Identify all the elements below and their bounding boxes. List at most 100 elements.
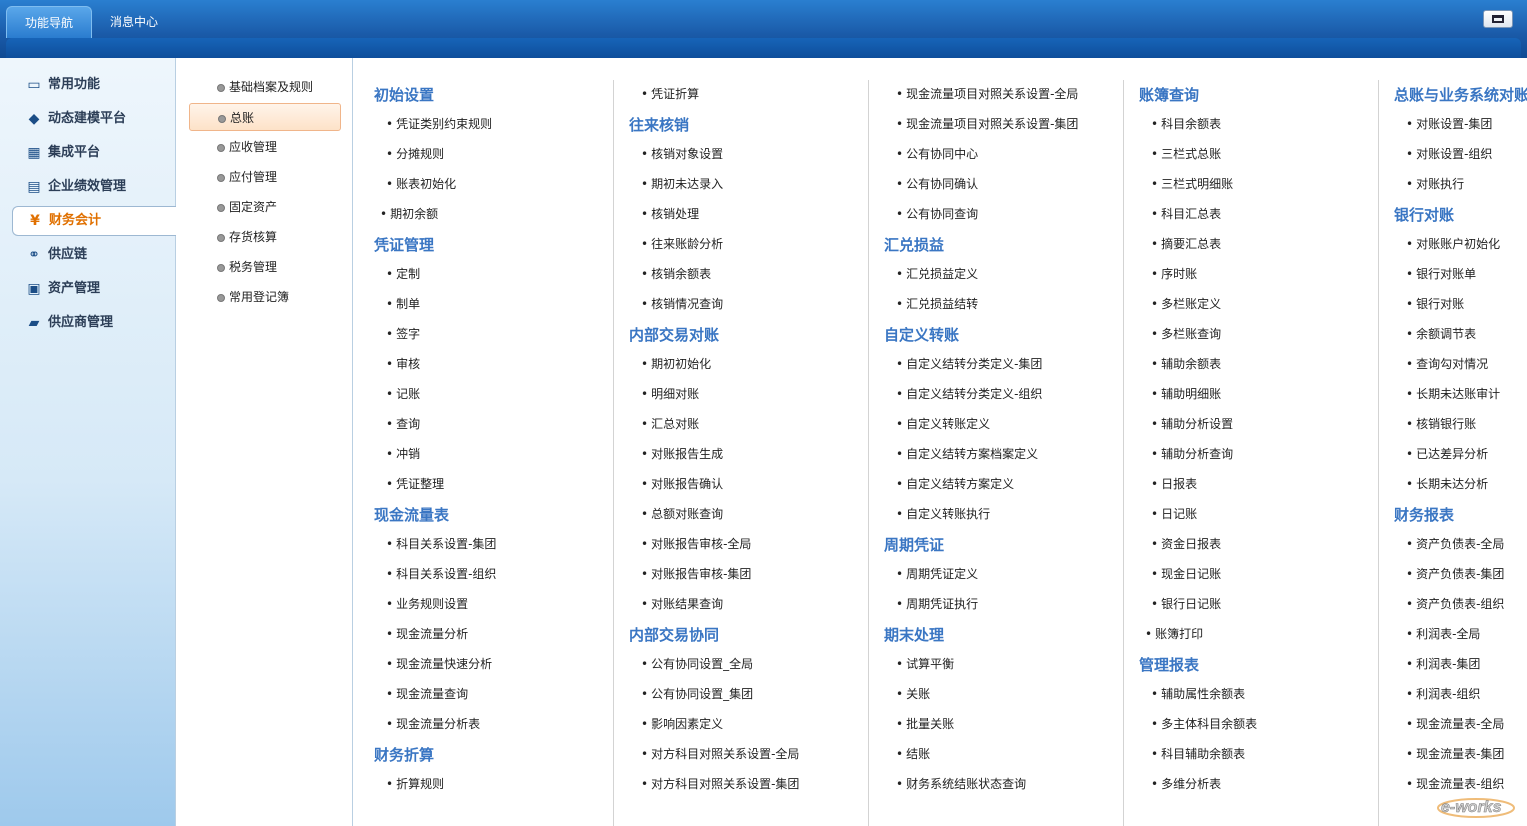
menu-link[interactable]: 现金流量项目对照关系设置-全局 bbox=[896, 84, 1078, 104]
menu-link[interactable]: 凭证整理 bbox=[386, 474, 444, 494]
menu-link[interactable]: 对账结果查询 bbox=[641, 594, 723, 614]
sidebar-item-integration[interactable]: ▦ 集成平台 bbox=[12, 138, 176, 168]
menu-link[interactable]: 辅助分析设置 bbox=[1151, 414, 1233, 434]
menu-link[interactable]: 关账 bbox=[896, 684, 930, 704]
menu-link[interactable]: 多主体科目余额表 bbox=[1151, 714, 1257, 734]
menu-link[interactable]: 现金日记账 bbox=[1151, 564, 1221, 584]
menu-link[interactable]: 业务规则设置 bbox=[386, 594, 468, 614]
menu-link[interactable]: 查询 bbox=[386, 414, 420, 434]
menu-link[interactable]: 自定义结转分类定义-组织 bbox=[896, 384, 1042, 404]
menu-link[interactable]: 结账 bbox=[896, 744, 930, 764]
menu-link[interactable]: 长期未达分析 bbox=[1406, 474, 1488, 494]
menu-link[interactable]: 利润表-组织 bbox=[1406, 684, 1480, 704]
menu-link[interactable]: 科目辅助余额表 bbox=[1151, 744, 1245, 764]
subnav-item[interactable]: 税务管理 bbox=[189, 253, 341, 281]
menu-link[interactable]: 总额对账查询 bbox=[641, 504, 723, 524]
menu-link[interactable]: 辅助属性余额表 bbox=[1151, 684, 1245, 704]
menu-link[interactable]: 核销处理 bbox=[641, 204, 699, 224]
menu-link[interactable]: 对账设置-组织 bbox=[1406, 144, 1492, 164]
menu-link[interactable]: 现金流量表-全局 bbox=[1406, 714, 1504, 734]
sidebar-item-supplier[interactable]: ▰ 供应商管理 bbox=[12, 308, 176, 338]
menu-link[interactable]: 长期未达账审计 bbox=[1406, 384, 1500, 404]
menu-link[interactable]: 银行对账 bbox=[1406, 294, 1464, 314]
menu-link[interactable]: 余额调节表 bbox=[1406, 324, 1476, 344]
menu-link[interactable]: 凭证类别约束规则 bbox=[386, 114, 492, 134]
menu-link[interactable]: 审核 bbox=[386, 354, 420, 374]
menu-link[interactable]: 对账账户初始化 bbox=[1406, 234, 1500, 254]
menu-link[interactable]: 批量关账 bbox=[896, 714, 954, 734]
menu-link[interactable]: 银行日记账 bbox=[1151, 594, 1221, 614]
menu-link[interactable]: 对账报告确认 bbox=[641, 474, 723, 494]
menu-link[interactable]: 现金流量快速分析 bbox=[386, 654, 492, 674]
menu-link[interactable]: 资产负债表-全局 bbox=[1406, 534, 1504, 554]
menu-link[interactable]: 辅助余额表 bbox=[1151, 354, 1221, 374]
menu-link[interactable]: 公有协同查询 bbox=[896, 204, 978, 224]
menu-link[interactable]: 试算平衡 bbox=[896, 654, 954, 674]
menu-link[interactable]: 制单 bbox=[386, 294, 420, 314]
menu-link[interactable]: 对账执行 bbox=[1406, 174, 1464, 194]
subnav-item[interactable]: 存货核算 bbox=[189, 223, 341, 251]
menu-link[interactable]: 汇兑损益结转 bbox=[896, 294, 978, 314]
menu-link[interactable]: 记账 bbox=[386, 384, 420, 404]
menu-link[interactable]: 汇兑损益定义 bbox=[896, 264, 978, 284]
menu-link[interactable]: 自定义结转分类定义-集团 bbox=[896, 354, 1042, 374]
menu-link[interactable]: 日记账 bbox=[1151, 504, 1197, 524]
menu-link[interactable]: 公有协同确认 bbox=[896, 174, 978, 194]
menu-link[interactable]: 期初初始化 bbox=[641, 354, 711, 374]
menu-link[interactable]: 对方科目对照关系设置-全局 bbox=[641, 744, 799, 764]
menu-link[interactable]: 折算规则 bbox=[386, 774, 444, 794]
subnav-item[interactable]: 基础档案及规则 bbox=[189, 73, 341, 101]
menu-link[interactable]: 科目关系设置-集团 bbox=[386, 534, 496, 554]
sidebar-item-assets[interactable]: ▣ 资产管理 bbox=[12, 274, 176, 304]
menu-link[interactable]: 日报表 bbox=[1151, 474, 1197, 494]
menu-link[interactable]: 公有协同设置_全局 bbox=[641, 654, 753, 674]
sidebar-item-performance[interactable]: ▤ 企业绩效管理 bbox=[12, 172, 176, 202]
menu-link[interactable]: 已达差异分析 bbox=[1406, 444, 1488, 464]
menu-link[interactable]: 摘要汇总表 bbox=[1151, 234, 1221, 254]
menu-link[interactable]: 科目关系设置-组织 bbox=[386, 564, 496, 584]
menu-link[interactable]: 核销情况查询 bbox=[641, 294, 723, 314]
menu-link[interactable]: 多栏账查询 bbox=[1151, 324, 1221, 344]
restore-window-button[interactable] bbox=[1483, 10, 1513, 28]
menu-link[interactable]: 多维分析表 bbox=[1151, 774, 1221, 794]
sidebar-item-supply-chain[interactable]: ⚭ 供应链 bbox=[12, 240, 176, 270]
subnav-item[interactable]: 应付管理 bbox=[189, 163, 341, 191]
menu-link[interactable]: 序时账 bbox=[1151, 264, 1197, 284]
menu-link[interactable]: 现金流量分析表 bbox=[386, 714, 480, 734]
menu-link[interactable]: 资产负债表-集团 bbox=[1406, 564, 1504, 584]
menu-link[interactable]: 对方科目对照关系设置-集团 bbox=[641, 774, 799, 794]
menu-link[interactable]: 明细对账 bbox=[641, 384, 699, 404]
menu-link[interactable]: 冲销 bbox=[386, 444, 420, 464]
menu-link[interactable]: 利润表-全局 bbox=[1406, 624, 1480, 644]
sidebar-item-finance[interactable]: ¥ 财务会计 bbox=[12, 206, 176, 236]
menu-link[interactable]: 银行对账单 bbox=[1406, 264, 1476, 284]
menu-link[interactable]: 对账报告审核-全局 bbox=[641, 534, 751, 554]
menu-link[interactable]: 资产负债表-组织 bbox=[1406, 594, 1504, 614]
menu-link[interactable]: 对账报告生成 bbox=[641, 444, 723, 464]
sidebar-item-common[interactable]: ▭ 常用功能 bbox=[12, 70, 176, 100]
sidebar-item-modeling[interactable]: ◆ 动态建模平台 bbox=[12, 104, 176, 134]
menu-link[interactable]: 公有协同中心 bbox=[896, 144, 978, 164]
subnav-item[interactable]: 应收管理 bbox=[189, 133, 341, 161]
menu-link[interactable]: 自定义转账执行 bbox=[896, 504, 990, 524]
menu-link[interactable]: 汇总对账 bbox=[641, 414, 699, 434]
menu-link[interactable]: 期初未达录入 bbox=[641, 174, 723, 194]
subnav-item[interactable]: 常用登记簿 bbox=[189, 283, 341, 311]
menu-link[interactable]: 科目余额表 bbox=[1151, 114, 1221, 134]
subnav-item[interactable]: 固定资产 bbox=[189, 193, 341, 221]
menu-link[interactable]: 辅助分析查询 bbox=[1151, 444, 1233, 464]
menu-link[interactable]: 现金流量表-组织 bbox=[1406, 774, 1504, 794]
menu-link[interactable]: 现金流量项目对照关系设置-集团 bbox=[896, 114, 1078, 134]
menu-link[interactable]: 现金流量表-集团 bbox=[1406, 744, 1504, 764]
menu-link[interactable]: 核销余额表 bbox=[641, 264, 711, 284]
menu-link[interactable]: 科目汇总表 bbox=[1151, 204, 1221, 224]
menu-link[interactable]: 现金流量查询 bbox=[386, 684, 468, 704]
menu-link[interactable]: 自定义结转方案档案定义 bbox=[896, 444, 1038, 464]
menu-link[interactable]: 三栏式明细账 bbox=[1151, 174, 1233, 194]
tab-message-center[interactable]: 消息中心 bbox=[96, 6, 172, 38]
menu-link[interactable]: 凭证折算 bbox=[641, 84, 699, 104]
menu-link[interactable]: 对账设置-集团 bbox=[1406, 114, 1492, 134]
menu-link[interactable]: 账簿打印 bbox=[1145, 624, 1203, 644]
menu-link[interactable]: 财务系统结账状态查询 bbox=[896, 774, 1026, 794]
menu-link[interactable]: 周期凭证执行 bbox=[896, 594, 978, 614]
